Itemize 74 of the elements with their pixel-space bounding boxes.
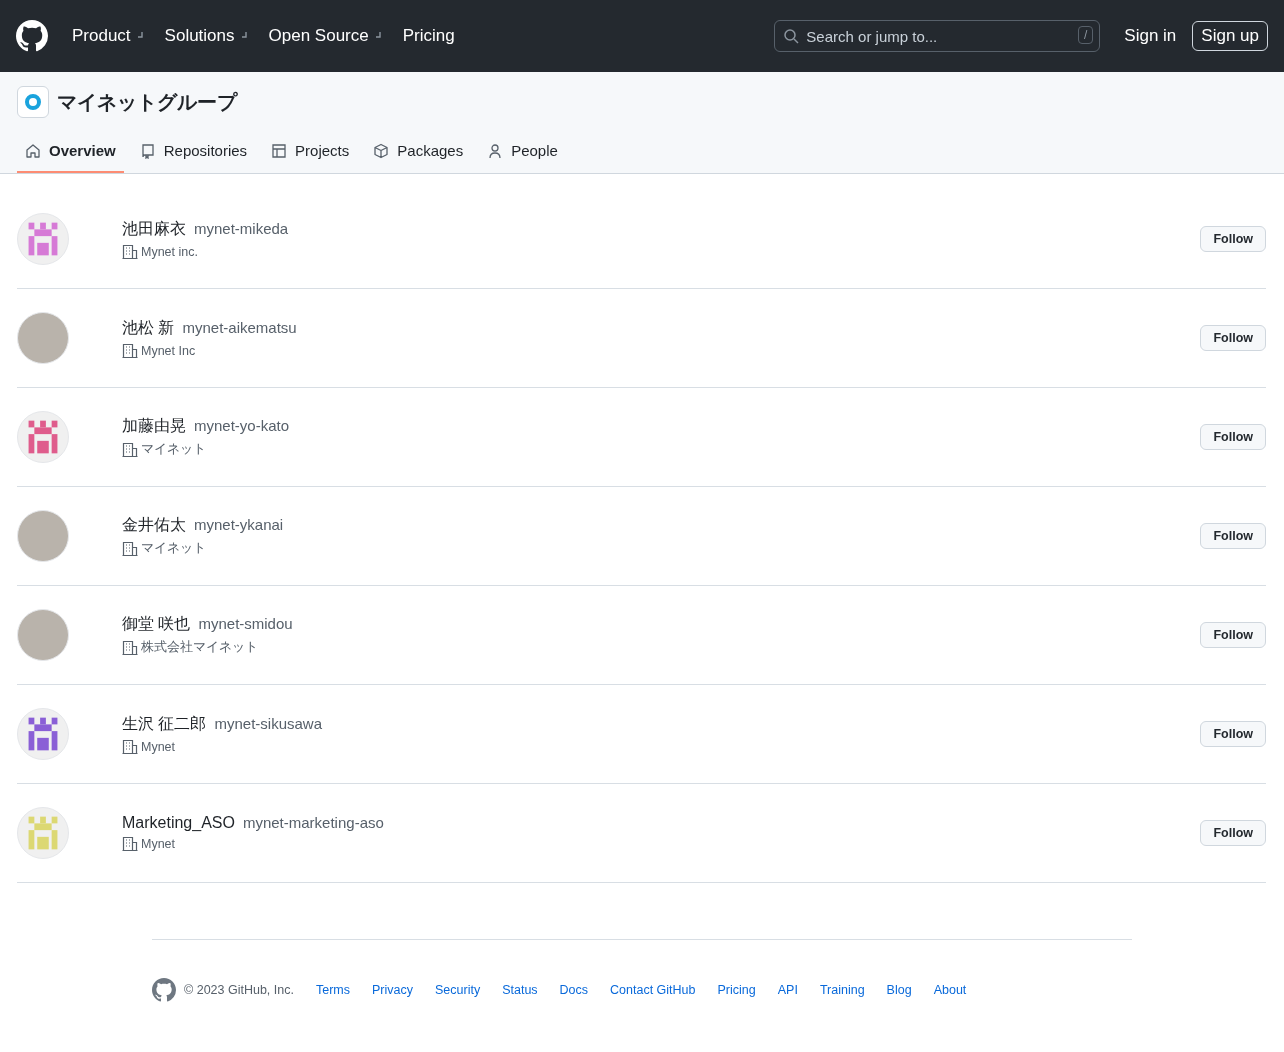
footer-link[interactable]: Status <box>502 983 538 997</box>
member-name[interactable]: 加藤由晃 <box>122 416 186 437</box>
member-name[interactable]: 御堂 咲也 <box>122 614 191 635</box>
nav-tab[interactable]: Overview <box>17 132 124 173</box>
member-login[interactable]: mynet-yo-kato <box>194 417 290 434</box>
footer-link[interactable]: Security <box>435 983 481 997</box>
nav-menu-item[interactable]: Product <box>64 20 153 52</box>
member-login[interactable]: mynet-mikeda <box>194 219 289 237</box>
member-login[interactable]: mynet-ykanai <box>194 516 284 533</box>
org-name: マイネットグループ <box>57 89 237 115</box>
org-logo <box>17 86 49 118</box>
member-login[interactable]: mynet-smidou <box>198 615 293 632</box>
member-company: Mynet <box>141 837 176 851</box>
building-icon <box>122 639 138 656</box>
member-name[interactable]: 生沢 征二郎 <box>122 713 207 735</box>
sign-up-button[interactable]: Sign up <box>1192 21 1268 51</box>
member-name[interactable]: Marketing_ASO <box>122 814 235 832</box>
member-company: Mynet inc. <box>141 244 198 259</box>
identicon-avatar[interactable] <box>17 213 69 265</box>
footer-link[interactable]: Pricing <box>717 983 756 997</box>
nav-tab[interactable]: Repositories <box>131 132 256 173</box>
footer-link[interactable]: Training <box>819 983 865 997</box>
search-icon <box>783 28 800 44</box>
member-name[interactable]: 池田麻衣 <box>122 218 186 240</box>
follow-button[interactable]: Follow <box>1200 424 1266 450</box>
identicon-avatar[interactable] <box>17 708 69 760</box>
building-icon <box>122 342 138 359</box>
nav-menu-item[interactable]: Solutions <box>156 20 257 52</box>
follow-button[interactable]: Follow <box>1200 523 1266 549</box>
table-icon <box>271 142 288 159</box>
nav-tab[interactable]: Packages <box>365 132 472 173</box>
member-login[interactable]: mynet-marketing-aso <box>242 814 384 831</box>
footer-link[interactable]: Privacy <box>372 983 413 997</box>
member-name[interactable]: 金井佑太 <box>122 515 186 536</box>
person-icon <box>487 142 504 159</box>
photo-placeholder[interactable] <box>17 312 69 364</box>
member-login[interactable]: mynet-sikusawa <box>214 714 322 732</box>
footer-link[interactable]: Docs <box>559 983 589 997</box>
shortcut-key: / <box>1078 26 1094 44</box>
photo-placeholder[interactable] <box>17 609 69 661</box>
follow-button[interactable]: Follow <box>1200 820 1266 846</box>
nav-tab[interactable]: Projects <box>263 132 358 173</box>
follow-button[interactable]: Follow <box>1200 325 1266 351</box>
follow-button[interactable]: Follow <box>1200 226 1266 252</box>
member-company: マイネット <box>141 540 206 557</box>
follow-button[interactable]: Follow <box>1200 721 1266 747</box>
footer-link[interactable]: Blog <box>886 983 912 997</box>
nav-menu-item[interactable]: Pricing <box>394 20 463 52</box>
book-icon <box>139 142 156 159</box>
footer-link[interactable]: Terms <box>315 983 350 997</box>
github-logo-icon[interactable] <box>16 20 48 52</box>
cube-icon <box>373 142 390 159</box>
building-icon <box>122 836 138 852</box>
building-icon <box>122 243 138 260</box>
nav-tab[interactable]: People <box>479 132 566 173</box>
footer-link[interactable]: Contact GitHub <box>610 983 696 997</box>
building-icon <box>122 441 138 458</box>
identicon-avatar[interactable] <box>17 411 69 463</box>
member-name[interactable]: 池松 新 <box>122 317 175 339</box>
footer-link[interactable]: API <box>777 983 798 997</box>
member-company: マイネット <box>141 441 206 458</box>
photo-placeholder[interactable] <box>17 510 69 562</box>
home-icon <box>25 142 41 159</box>
building-icon <box>122 738 138 755</box>
sign-in-link[interactable]: Sign in <box>1124 26 1177 46</box>
follow-button[interactable]: Follow <box>1200 622 1266 648</box>
footer-link[interactable]: About <box>933 983 967 997</box>
nav-menu-item[interactable]: Open Source <box>260 20 391 52</box>
building-icon <box>122 540 138 557</box>
member-company: 株式会社マイネット <box>141 639 258 656</box>
member-login[interactable]: mynet-aikematsu <box>182 318 297 336</box>
copyright-text: © 2023 GitHub, Inc. <box>184 983 294 997</box>
member-company: Mynet Inc <box>141 343 196 358</box>
member-company: Mynet <box>141 739 176 754</box>
